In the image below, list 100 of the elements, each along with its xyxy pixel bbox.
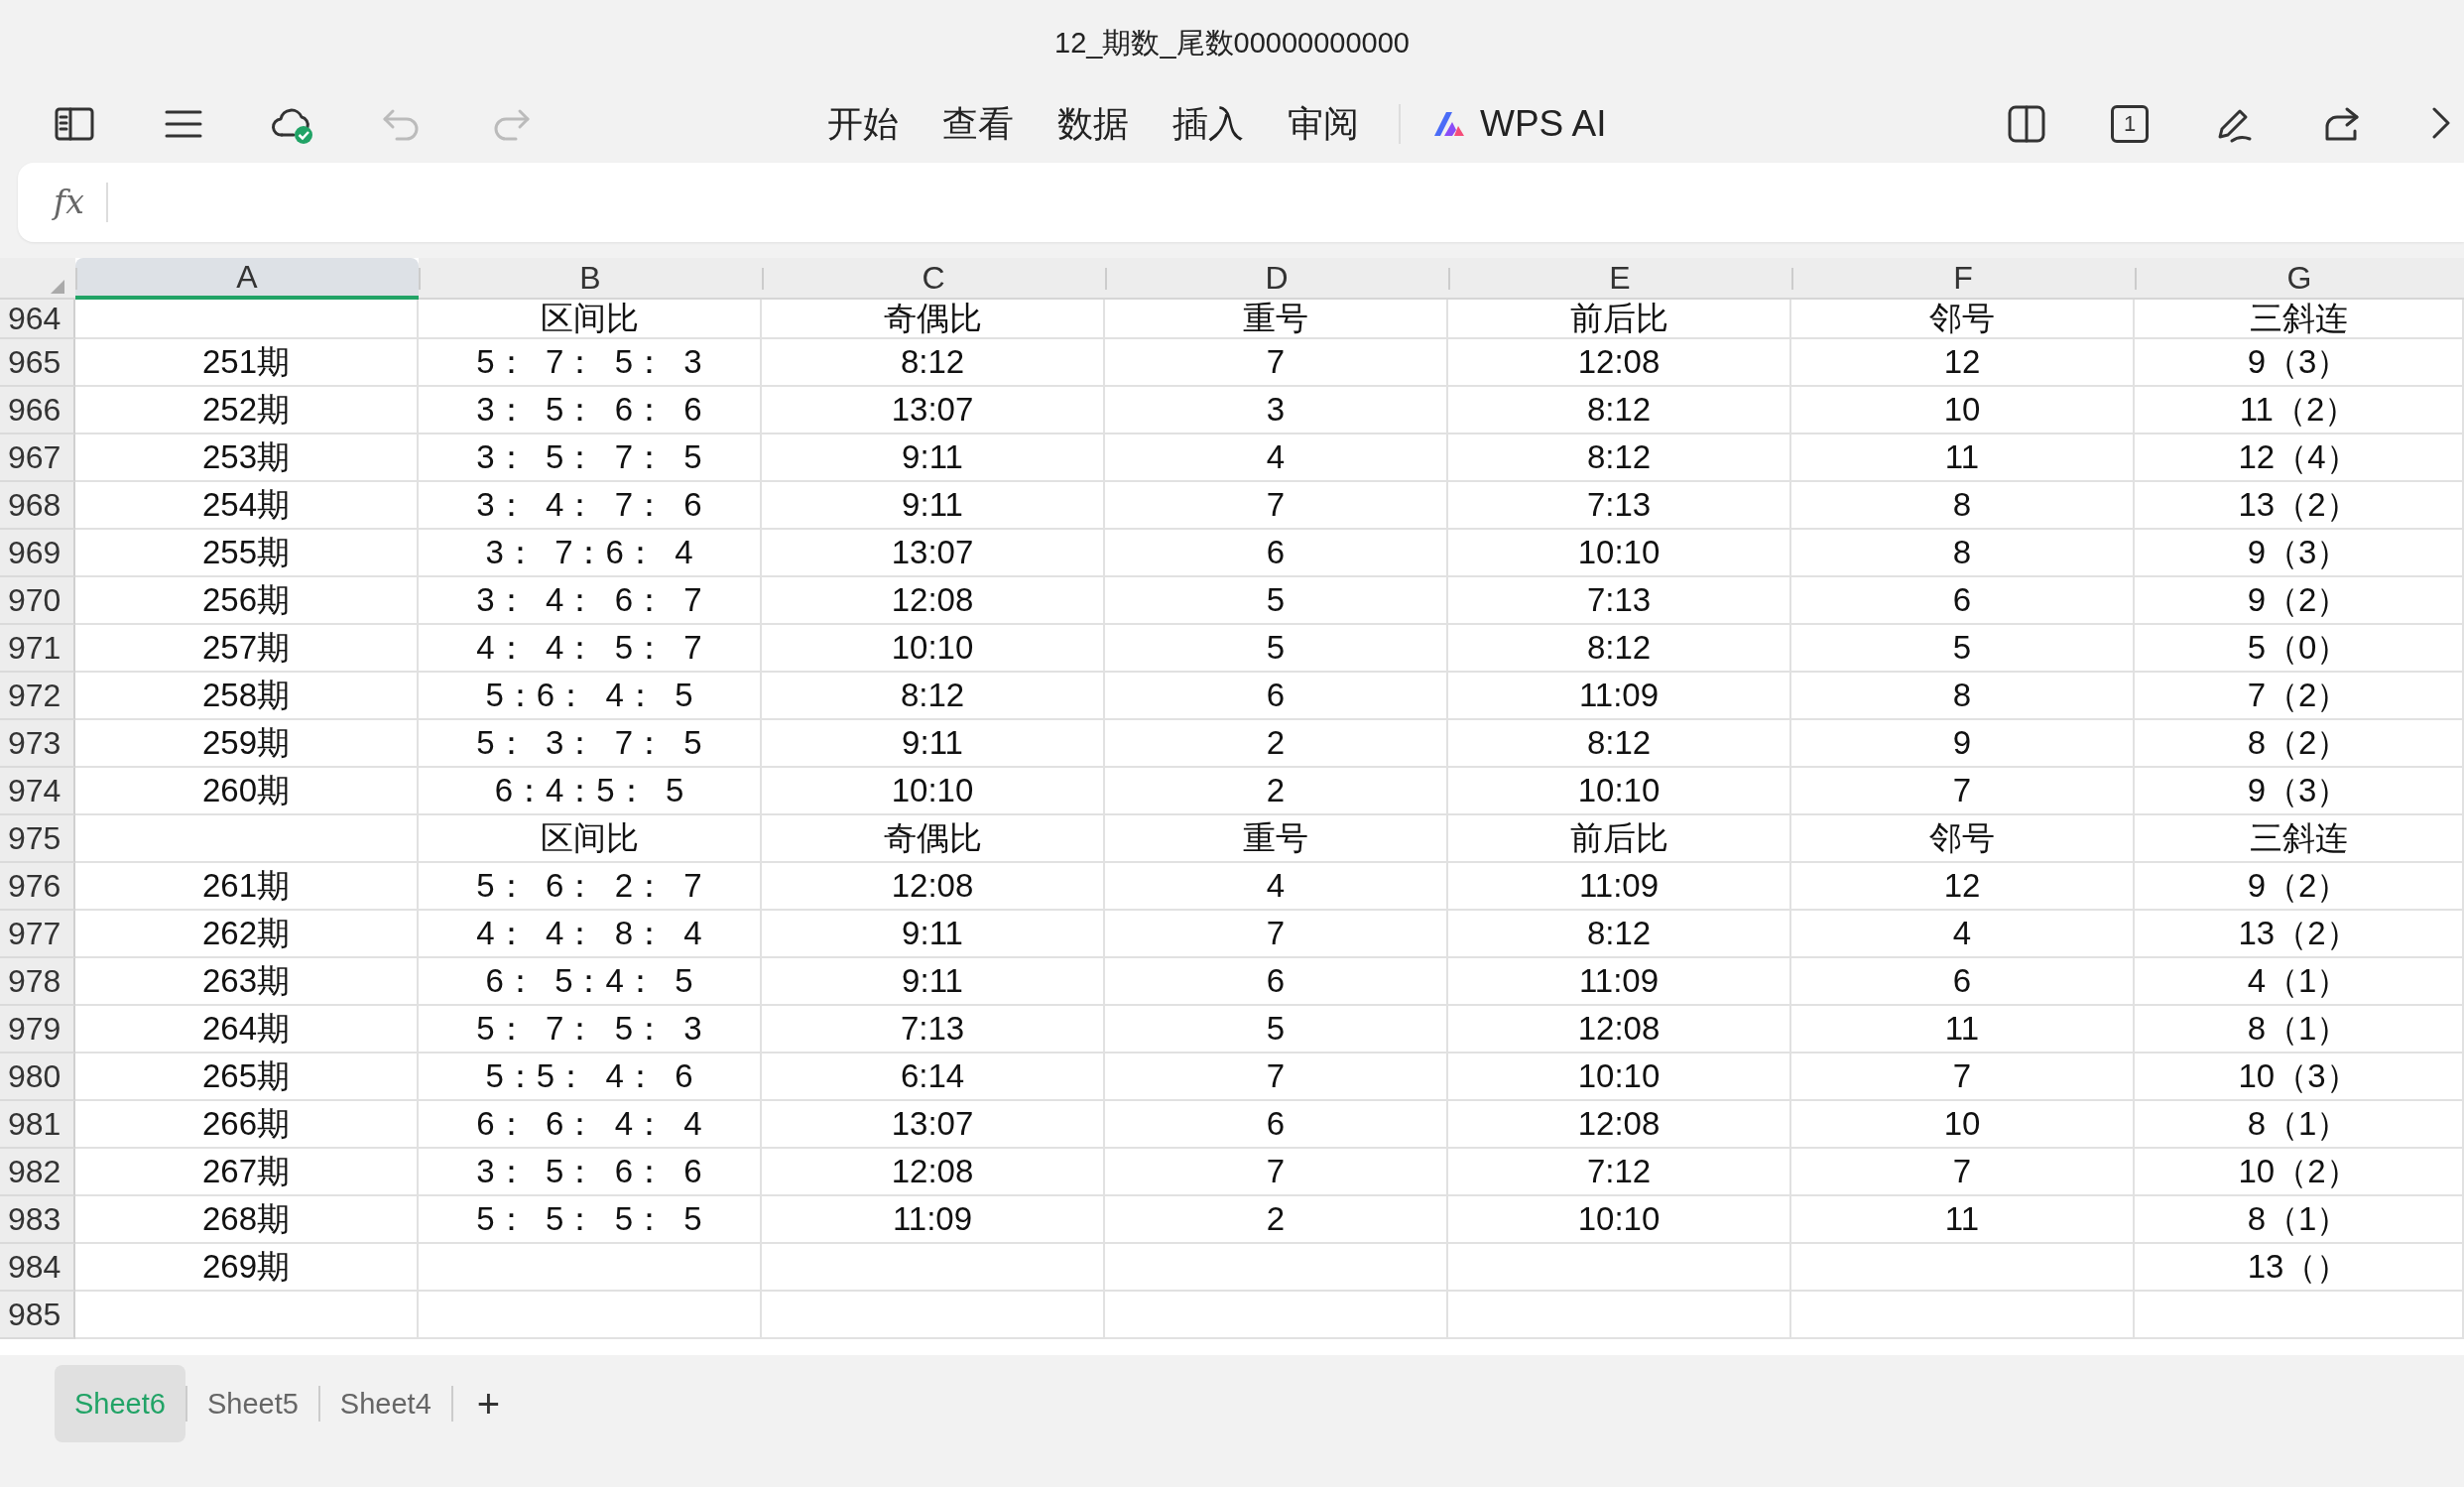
table-cell: 6 bbox=[1105, 1101, 1448, 1149]
sheet-tab[interactable]: Sheet5 bbox=[186, 1365, 318, 1442]
row-header[interactable]: 977 bbox=[0, 911, 75, 958]
table-cell: 5： 3： 7： 5 bbox=[419, 720, 762, 768]
table-cell: 4： 4： 8： 4 bbox=[419, 911, 762, 958]
table-cell: 邻号 bbox=[1791, 300, 2135, 339]
table-cell: 11:09 bbox=[1448, 863, 1791, 911]
table-cell: 2 bbox=[1105, 768, 1448, 815]
table-cell: 6：4：5： 5 bbox=[419, 768, 762, 815]
table-cell: 257期 bbox=[75, 625, 419, 673]
table-cell: 7:12 bbox=[1448, 1149, 1791, 1196]
table-cell: 264期 bbox=[75, 1006, 419, 1053]
menu-tab[interactable]: 插入 bbox=[1151, 99, 1266, 149]
table-cell: 3： 5： 6： 6 bbox=[419, 387, 762, 434]
table-cell: 13（） bbox=[2135, 1244, 2464, 1292]
table-cell: 7 bbox=[1791, 1149, 2135, 1196]
row-header[interactable]: 974 bbox=[0, 768, 75, 815]
table-cell: 10:10 bbox=[1448, 768, 1791, 815]
table-cell: 6 bbox=[1105, 673, 1448, 720]
column-header[interactable]: D bbox=[1105, 258, 1448, 300]
table-cell: 267期 bbox=[75, 1149, 419, 1196]
table-cell: 10:10 bbox=[762, 768, 1105, 815]
row-header[interactable]: 981 bbox=[0, 1101, 75, 1149]
row-header[interactable]: 972 bbox=[0, 673, 75, 720]
table-cell: 268期 bbox=[75, 1196, 419, 1244]
ai-button[interactable]: WPS AI bbox=[1422, 103, 1617, 145]
table-cell: 5：5： 4： 6 bbox=[419, 1053, 762, 1101]
row-header[interactable]: 966 bbox=[0, 387, 75, 434]
table-cell: 12:08 bbox=[1448, 1101, 1791, 1149]
table-cell: 11 bbox=[1791, 1006, 2135, 1053]
row-header[interactable]: 971 bbox=[0, 625, 75, 673]
row-header[interactable]: 975 bbox=[0, 815, 75, 863]
row-header[interactable]: 967 bbox=[0, 434, 75, 482]
table-cell: 5 bbox=[1105, 625, 1448, 673]
row-header[interactable]: 985 bbox=[0, 1292, 75, 1339]
table-cell: 奇偶比 bbox=[762, 300, 1105, 339]
row-header[interactable]: 976 bbox=[0, 863, 75, 911]
table-cell: 9（2） bbox=[2135, 863, 2464, 911]
menu-tab[interactable]: 查看 bbox=[921, 99, 1036, 149]
column-header[interactable]: E bbox=[1448, 258, 1791, 300]
row-header[interactable]: 980 bbox=[0, 1053, 75, 1101]
table-cell: 13（2） bbox=[2135, 482, 2464, 530]
formula-bar[interactable]: fx bbox=[18, 163, 2464, 242]
row-header[interactable]: 984 bbox=[0, 1244, 75, 1292]
add-sheet-button[interactable]: + bbox=[452, 1381, 525, 1426]
row-header[interactable]: 964 bbox=[0, 300, 75, 339]
column-header[interactable]: C bbox=[762, 258, 1105, 300]
row-header[interactable]: 973 bbox=[0, 720, 75, 768]
menu-tab[interactable]: 开始 bbox=[805, 99, 921, 149]
table-cell: 2 bbox=[1105, 720, 1448, 768]
column-header[interactable]: F bbox=[1791, 258, 2135, 300]
row-header[interactable]: 978 bbox=[0, 958, 75, 1006]
table-cell: 11:09 bbox=[1448, 673, 1791, 720]
table-cell: 8 bbox=[1791, 530, 2135, 577]
table-cell: 4 bbox=[1105, 434, 1448, 482]
column-header[interactable]: B bbox=[419, 258, 762, 300]
table-cell: 9（3） bbox=[2135, 530, 2464, 577]
row-header[interactable]: 965 bbox=[0, 339, 75, 387]
table-cell: 重号 bbox=[1105, 815, 1448, 863]
table-cell: 9:11 bbox=[762, 720, 1105, 768]
table-cell: 8:12 bbox=[1448, 434, 1791, 482]
table-cell: 3： 7：6： 4 bbox=[419, 530, 762, 577]
fx-label: fx bbox=[18, 183, 108, 222]
menu-tab[interactable]: 审阅 bbox=[1266, 99, 1381, 149]
table-cell: 重号 bbox=[1105, 300, 1448, 339]
row-header[interactable]: 970 bbox=[0, 577, 75, 625]
row-header[interactable]: 979 bbox=[0, 1006, 75, 1053]
table-cell: 8:12 bbox=[1448, 911, 1791, 958]
table-cell: 8:12 bbox=[762, 673, 1105, 720]
table-cell: 13（2） bbox=[2135, 911, 2464, 958]
table-cell: 254期 bbox=[75, 482, 419, 530]
table-cell: 5： 5： 5： 5 bbox=[419, 1196, 762, 1244]
table-cell: 6： 6： 4： 4 bbox=[419, 1101, 762, 1149]
sheet-tab[interactable]: Sheet4 bbox=[319, 1365, 451, 1442]
table-cell: 5： 7： 5： 3 bbox=[419, 339, 762, 387]
table-cell: 5： 6： 2： 7 bbox=[419, 863, 762, 911]
table-cell: 10:10 bbox=[1448, 530, 1791, 577]
column-header[interactable]: A bbox=[75, 258, 419, 300]
table-cell: 8（1） bbox=[2135, 1196, 2464, 1244]
table-cell: 12:08 bbox=[762, 1149, 1105, 1196]
table-cell: 262期 bbox=[75, 911, 419, 958]
menu-tab[interactable]: 数据 bbox=[1036, 99, 1151, 149]
row-header[interactable]: 969 bbox=[0, 530, 75, 577]
table-cell: 6 bbox=[1105, 530, 1448, 577]
table-cell: 8（1） bbox=[2135, 1101, 2464, 1149]
table-cell: 5：6： 4： 5 bbox=[419, 673, 762, 720]
ai-logo-icon bbox=[1432, 110, 1466, 138]
table-cell: 9（3） bbox=[2135, 768, 2464, 815]
row-header[interactable]: 982 bbox=[0, 1149, 75, 1196]
page-button[interactable]: 1 bbox=[2111, 105, 2149, 143]
table-cell: 261期 bbox=[75, 863, 419, 911]
table-cell: 11（2） bbox=[2135, 387, 2464, 434]
table-cell: 10（2） bbox=[2135, 1149, 2464, 1196]
table-cell: 三斜连 bbox=[2135, 815, 2464, 863]
row-header[interactable]: 983 bbox=[0, 1196, 75, 1244]
row-header[interactable]: 968 bbox=[0, 482, 75, 530]
table-cell: 9:11 bbox=[762, 911, 1105, 958]
column-header[interactable]: G bbox=[2135, 258, 2464, 300]
table-cell: 8:12 bbox=[1448, 720, 1791, 768]
table-cell: 10:10 bbox=[1448, 1053, 1791, 1101]
